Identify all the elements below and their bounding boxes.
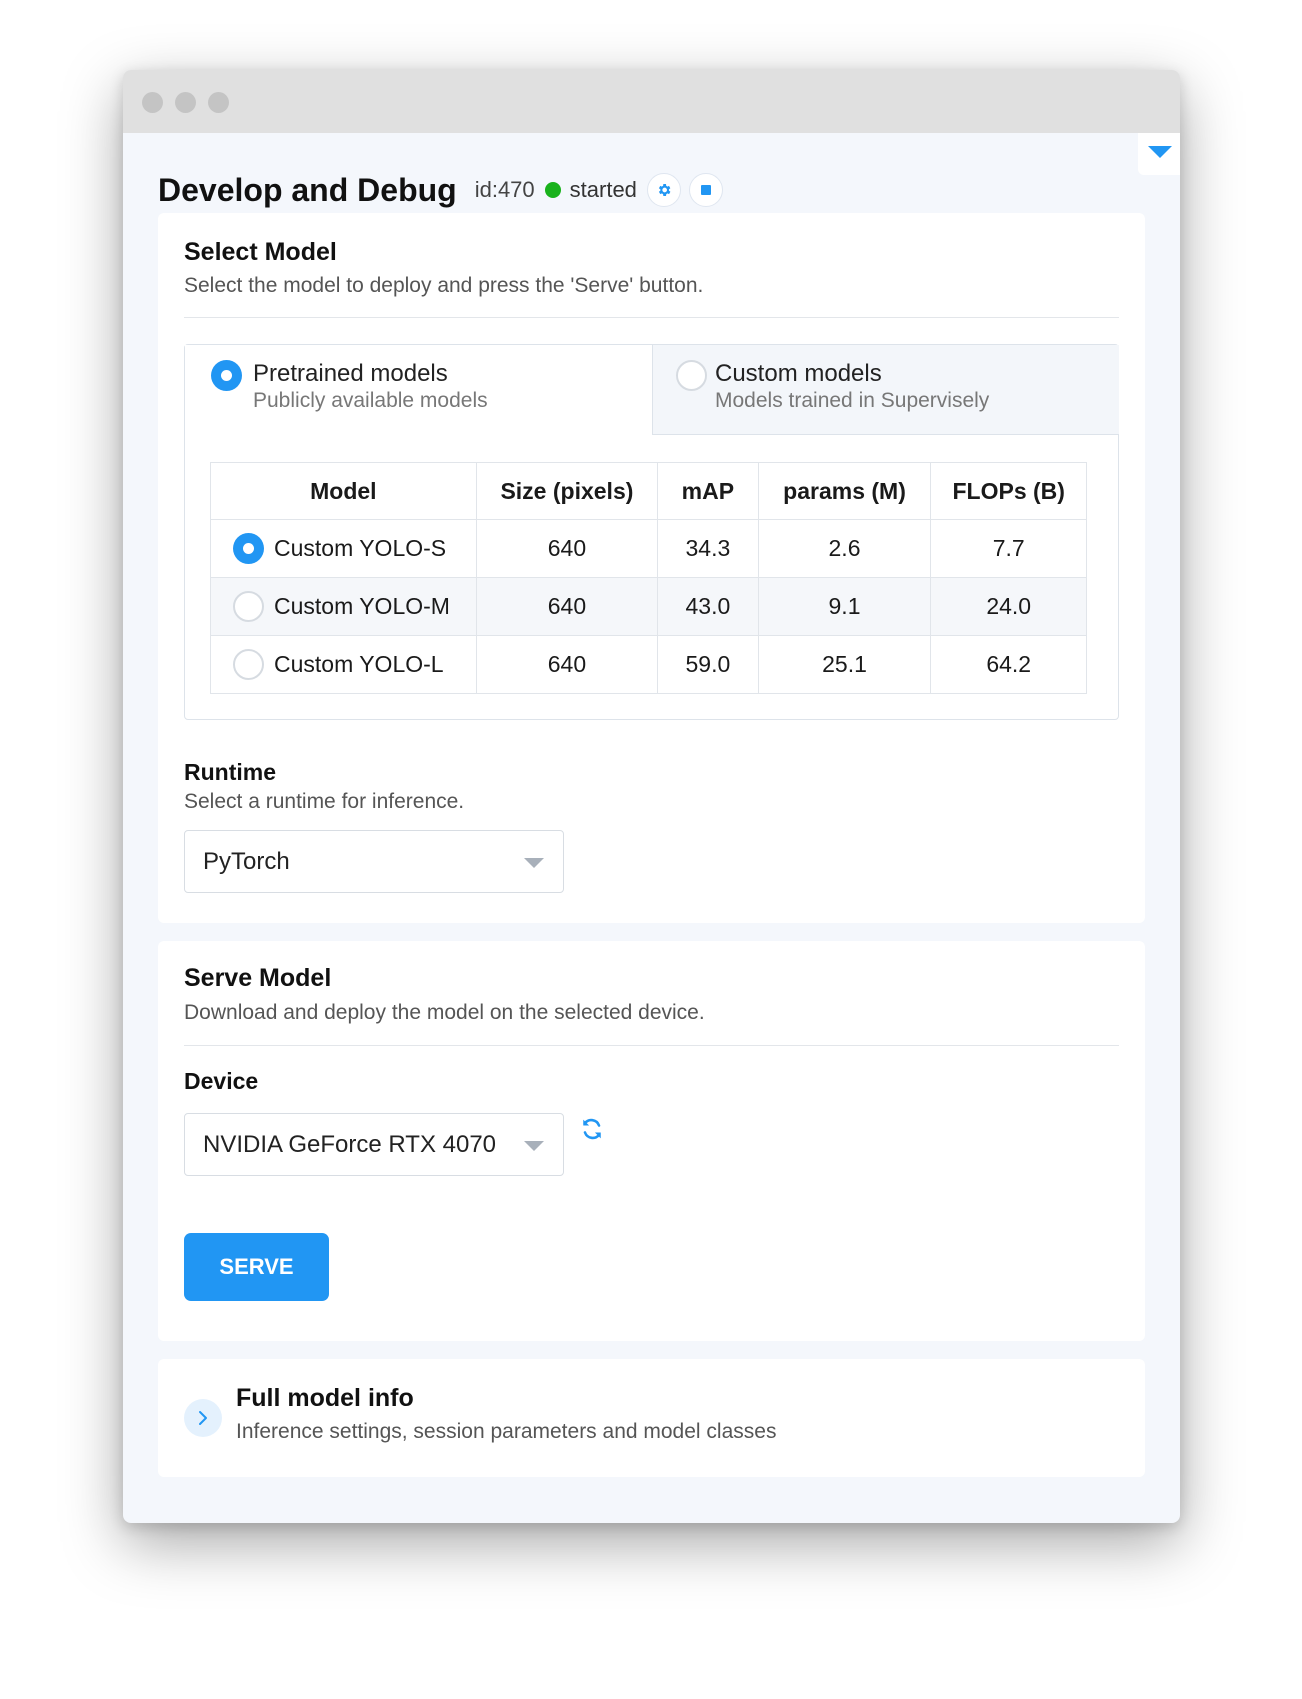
serve-model-subtitle: Download and deploy the model on the sel… [184,1001,705,1024]
window-zoom-dot[interactable] [208,92,229,113]
table-row[interactable]: Custom YOLO-S 640 34.3 2.6 7.7 [210,519,1087,578]
settings-button[interactable] [646,173,681,207]
model-info-title: Full model info [236,1384,414,1412]
params-cell: 9.1 [757,577,932,636]
params-cell: 25.1 [757,635,932,694]
expand-button[interactable] [184,1399,222,1437]
model-name: Custom YOLO-M [274,593,450,619]
tab-custom-models[interactable]: Custom models Models trained in Supervis… [652,345,1119,435]
model-name-cell: Custom YOLO-M [210,577,477,636]
runtime-label: Runtime [184,759,276,785]
column-header: params (M) [757,462,932,520]
model-name-cell: Custom YOLO-L [210,635,477,694]
runtime-select[interactable]: PyTorch [184,830,564,893]
table-row[interactable]: Custom YOLO-L 640 59.0 25.1 64.2 [210,635,1087,694]
tab-description: Models trained in Supervisely [715,389,990,412]
divider [184,317,1119,318]
flops-cell: 64.2 [930,635,1087,694]
app-id: id:470 [474,177,535,202]
column-header: Model [210,462,477,520]
tab-pretrained-models[interactable]: Pretrained models Publicly available mod… [185,345,652,435]
gear-icon [658,184,671,196]
device-select-value: NVIDIA GeForce RTX 4070 [203,1131,497,1158]
app-header: Develop and Debug id:470 started [158,168,731,212]
chevron-down-icon [524,858,544,868]
column-header: FLOPs (B) [930,462,1087,520]
select-model-card: Select Model Select the model to deploy … [158,213,1145,923]
status-indicator-icon [544,182,561,198]
column-header: mAP [657,462,759,520]
size-cell: 640 [475,577,659,636]
model-source-tabs: Pretrained models Publicly available mod… [184,344,1119,720]
refresh-icon[interactable] [578,1115,606,1143]
app-window: Develop and Debug id:470 started Select … [123,70,1180,1523]
chevron-right-icon [199,1411,207,1425]
model-name-cell: Custom YOLO-S [210,519,477,578]
map-cell: 34.3 [657,519,759,578]
model-radio[interactable] [233,591,264,622]
model-name: Custom YOLO-S [274,535,447,561]
serve-button[interactable]: SERVE [184,1233,329,1301]
serve-model-title: Serve Model [184,964,332,992]
serve-model-card: Serve Model Download and deploy the mode… [158,941,1145,1341]
divider [184,1045,1119,1046]
column-header: Size (pixels) [475,462,659,520]
flops-cell: 7.7 [930,519,1087,578]
tab-label: Pretrained models [253,360,448,387]
window-minimize-dot[interactable] [175,92,196,113]
map-cell: 59.0 [657,635,759,694]
collapse-panel-button[interactable] [1138,133,1180,175]
window-close-dot[interactable] [142,92,163,113]
tab-description: Publicly available models [253,389,488,412]
params-cell: 2.6 [757,519,932,578]
device-select[interactable]: NVIDIA GeForce RTX 4070 [184,1113,564,1176]
tab-label: Custom models [715,360,882,387]
status-text: started [569,177,637,202]
model-info-card[interactable]: Full model info Inference settings, sess… [158,1359,1145,1477]
chevron-down-icon [524,1141,544,1151]
model-info-subtitle: Inference settings, session parameters a… [236,1420,777,1443]
pretrained-radio[interactable] [211,360,242,391]
stop-icon [700,185,711,195]
table-row[interactable]: Custom YOLO-M 640 43.0 9.1 24.0 [210,577,1087,636]
model-radio[interactable] [233,649,264,680]
size-cell: 640 [475,519,659,578]
flops-cell: 24.0 [930,577,1087,636]
table-header-row: Model Size (pixels) mAP params (M) FLOPs… [210,462,1087,520]
select-model-subtitle: Select the model to deploy and press the… [184,274,704,297]
triangle-down-icon [1148,146,1172,158]
window-titlebar [123,70,1180,133]
model-radio[interactable] [233,533,264,564]
runtime-select-value: PyTorch [203,848,290,875]
map-cell: 43.0 [657,577,759,636]
select-model-title: Select Model [184,238,337,266]
size-cell: 640 [475,635,659,694]
models-table: Model Size (pixels) mAP params (M) FLOPs… [210,462,1087,694]
device-label: Device [184,1068,259,1094]
runtime-description: Select a runtime for inference. [184,790,465,813]
model-name: Custom YOLO-L [274,651,444,677]
custom-radio[interactable] [676,360,707,391]
stop-button[interactable] [688,173,723,207]
page-title: Develop and Debug [158,171,457,208]
